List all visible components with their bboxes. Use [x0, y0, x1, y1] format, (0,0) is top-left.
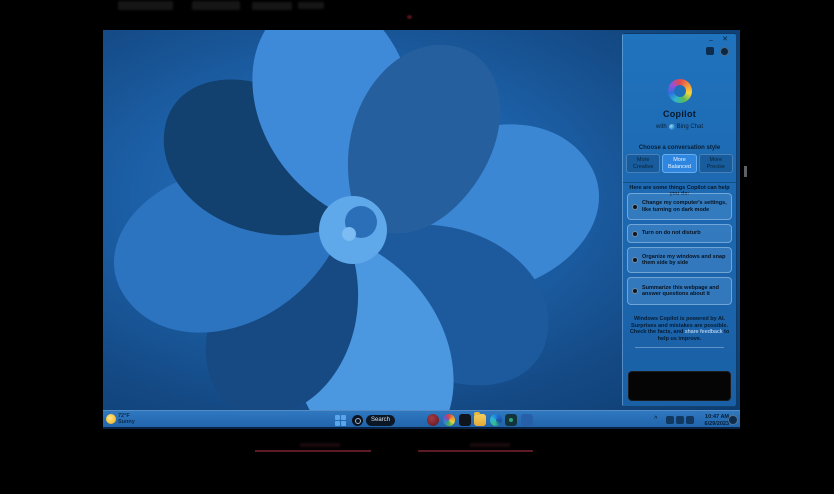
style-more-creative-button[interactable]: More Creative — [626, 154, 660, 173]
copilot-chat-input[interactable] — [628, 371, 731, 401]
annotation-smudge — [192, 1, 240, 10]
red-app-icon[interactable] — [427, 414, 439, 426]
annotation-dot — [407, 15, 412, 19]
annotation-mark — [744, 166, 747, 177]
sun-icon — [106, 414, 116, 424]
annotation-underline — [418, 450, 533, 452]
suggestion-card[interactable]: Summarize this webpage and answer questi… — [627, 277, 732, 305]
divider — [635, 347, 724, 348]
panel-title: Copilot — [623, 109, 736, 119]
more-options-icon[interactable] — [706, 47, 714, 55]
annotation-smudge — [118, 1, 173, 10]
annotation-underline — [255, 450, 371, 452]
suggestion-text: Change my computer's settings, like turn… — [642, 200, 727, 213]
notification-bell-icon[interactable] — [728, 415, 738, 425]
annotation-smudge — [298, 2, 324, 9]
divider — [623, 182, 736, 183]
suggestion-icon — [632, 204, 638, 210]
teal-app-icon[interactable] — [505, 414, 517, 426]
suggestion-text: Turn on do not disturb — [642, 230, 701, 237]
taskbar: 72°F Sunny Search ^ 10:47 AM 6/29/20 — [103, 410, 740, 429]
suggestion-icon — [632, 288, 638, 294]
black-app-icon[interactable] — [459, 414, 471, 426]
suggestion-card[interactable]: Organize my windows and snap them side b… — [627, 247, 732, 273]
clock-date: 6/29/2023 — [705, 421, 729, 427]
style-more-balanced-button[interactable]: More Balanced — [662, 154, 696, 173]
desktop: – ✕ Copilot with Bing Chat Choose a conv… — [103, 30, 740, 429]
clock-time: 10:47 AM — [705, 414, 729, 420]
suggestion-text: Summarize this webpage and answer questi… — [642, 285, 727, 298]
subtitle-brand: Bing Chat — [677, 124, 703, 130]
minimize-icon[interactable]: – — [706, 37, 716, 45]
style-more-precise-button[interactable]: More Precise — [699, 154, 733, 173]
weather-condition: Sunny — [118, 419, 135, 425]
blue-app-icon[interactable] — [521, 414, 533, 426]
copilot-panel: – ✕ Copilot with Bing Chat Choose a conv… — [622, 33, 737, 407]
annotation-smudge — [252, 2, 292, 10]
screenshot-canvas: – ✕ Copilot with Bing Chat Choose a conv… — [0, 0, 834, 494]
edge-icon[interactable] — [490, 414, 502, 426]
suggestion-icon — [632, 231, 638, 237]
search-box[interactable]: Search — [366, 415, 395, 426]
avatar[interactable] — [720, 47, 729, 56]
copilot-taskbar-icon[interactable] — [443, 414, 455, 426]
suggestion-card[interactable]: Change my computer's settings, like turn… — [627, 193, 732, 220]
search-icon[interactable] — [352, 415, 363, 426]
copilot-logo-icon — [668, 79, 692, 103]
hidden-icons-chevron[interactable]: ^ — [654, 416, 658, 422]
ai-disclaimer: Windows Copilot is powered by AI. Surpri… — [629, 316, 730, 342]
subtitle-prefix: with — [656, 124, 667, 130]
annotation-smudge — [300, 443, 340, 447]
suggestion-icon — [632, 257, 638, 263]
weather-widget[interactable]: 72°F Sunny — [106, 413, 135, 425]
battery-icon[interactable] — [686, 416, 694, 424]
suggestion-card[interactable]: Turn on do not disturb — [627, 224, 732, 243]
network-icon[interactable] — [666, 416, 674, 424]
conversation-style-row: More Creative More Balanced More Precise — [626, 154, 733, 173]
suggestion-text: Organize my windows and snap them side b… — [642, 254, 727, 267]
conversation-style-label: Choose a conversation style — [623, 145, 736, 151]
panel-subtitle: with Bing Chat — [623, 124, 736, 130]
share-feedback-link[interactable]: share feedback — [685, 329, 723, 335]
taskbar-clock[interactable]: 10:47 AM 6/29/2023 — [697, 414, 729, 427]
annotation-smudge — [470, 443, 510, 447]
bing-icon — [669, 124, 675, 130]
close-icon[interactable]: ✕ — [720, 36, 730, 44]
volume-icon[interactable] — [676, 416, 684, 424]
file-explorer-icon[interactable] — [474, 414, 486, 426]
start-button[interactable] — [335, 415, 346, 426]
